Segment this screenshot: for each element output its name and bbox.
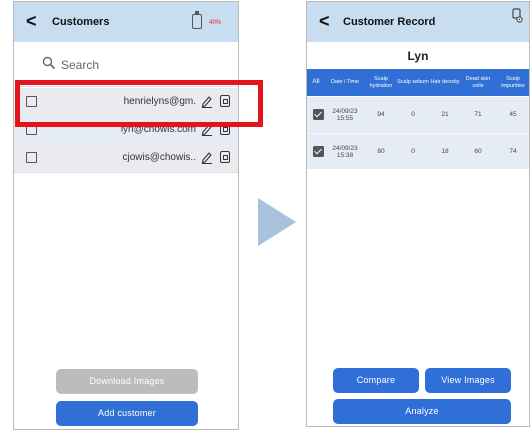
column-header-sebum: Scalp sebum <box>397 79 429 86</box>
divider <box>14 172 238 173</box>
page-title: Customer Record <box>343 16 436 28</box>
column-header-dead-skin: Dead skin cells <box>465 76 491 89</box>
cell-hydration: 80 <box>377 148 385 156</box>
table-header: All Date / Time Scalp hydration Scalp se… <box>307 69 529 96</box>
column-header-hydration: Scalp hydration <box>369 76 393 89</box>
row-checkbox[interactable] <box>313 109 324 120</box>
customer-row[interactable]: cjowis@chowis.. <box>14 144 238 172</box>
battery-icon <box>192 11 202 29</box>
row-checkbox[interactable] <box>313 146 324 157</box>
arrow-right-icon <box>258 198 296 246</box>
cell-impurities: 45 <box>509 111 517 119</box>
record-top-bar: < Customer Record <box>307 2 529 42</box>
back-chevron-icon[interactable]: < <box>319 11 330 31</box>
download-images-button[interactable]: Download Images <box>56 369 198 394</box>
compare-button[interactable]: Compare <box>333 368 419 393</box>
customer-name: Lyn <box>407 49 429 63</box>
customers-screen: < Customers 40% Search henrielyns@gm. ly… <box>13 1 239 430</box>
row-date: 24/09/23 <box>332 144 358 152</box>
edit-pencil-icon[interactable] <box>201 150 213 164</box>
cell-hydration: 94 <box>377 111 385 119</box>
back-chevron-icon[interactable]: < <box>26 11 37 31</box>
add-customer-button[interactable]: Add customer <box>56 401 198 426</box>
highlight-box <box>15 80 263 127</box>
column-header-date: Date / Time <box>330 79 360 86</box>
row-time: 15:38 <box>336 152 354 159</box>
page-title: Customers <box>52 16 110 28</box>
row-date: 24/09/23 <box>332 107 358 115</box>
customer-record-screen: < Customer Record Lyn All Date / Time Sc… <box>306 1 530 427</box>
table-row[interactable]: 24/09/23 15:55 94 0 21 71 45 <box>307 97 529 133</box>
table-row[interactable]: 24/09/23 15:38 80 0 18 60 74 <box>307 133 529 169</box>
cell-density: 18 <box>441 148 449 156</box>
battery-percentage: 40% <box>209 20 222 26</box>
delete-icon[interactable] <box>220 151 230 163</box>
column-header-density: Hair density <box>430 79 460 86</box>
cell-dead-skin: 60 <box>474 148 482 156</box>
row-datetime: 24/09/23 15:38 <box>325 134 365 170</box>
customer-checkbox[interactable] <box>26 152 37 163</box>
customer-email: cjowis@chowis.. <box>122 152 196 163</box>
column-header-impurities: Scalp impurities <box>501 76 525 89</box>
view-images-button[interactable]: View Images <box>425 368 511 393</box>
column-header-all[interactable]: All <box>307 69 325 96</box>
cell-density: 21 <box>441 111 449 119</box>
analyze-button[interactable]: Analyze <box>333 399 511 424</box>
search-input[interactable]: Search <box>61 58 99 72</box>
cell-sebum: 0 <box>411 111 415 119</box>
search-icon <box>42 56 56 70</box>
settings-gear-icon[interactable] <box>511 8 523 23</box>
customers-top-bar: < Customers 40% <box>14 2 238 42</box>
cell-sebum: 0 <box>411 148 415 156</box>
cell-dead-skin: 71 <box>474 111 482 119</box>
cell-impurities: 74 <box>509 148 517 156</box>
row-time: 15:55 <box>336 115 354 122</box>
customer-name-row: Lyn <box>307 42 529 68</box>
row-datetime: 24/09/23 15:55 <box>325 97 365 133</box>
